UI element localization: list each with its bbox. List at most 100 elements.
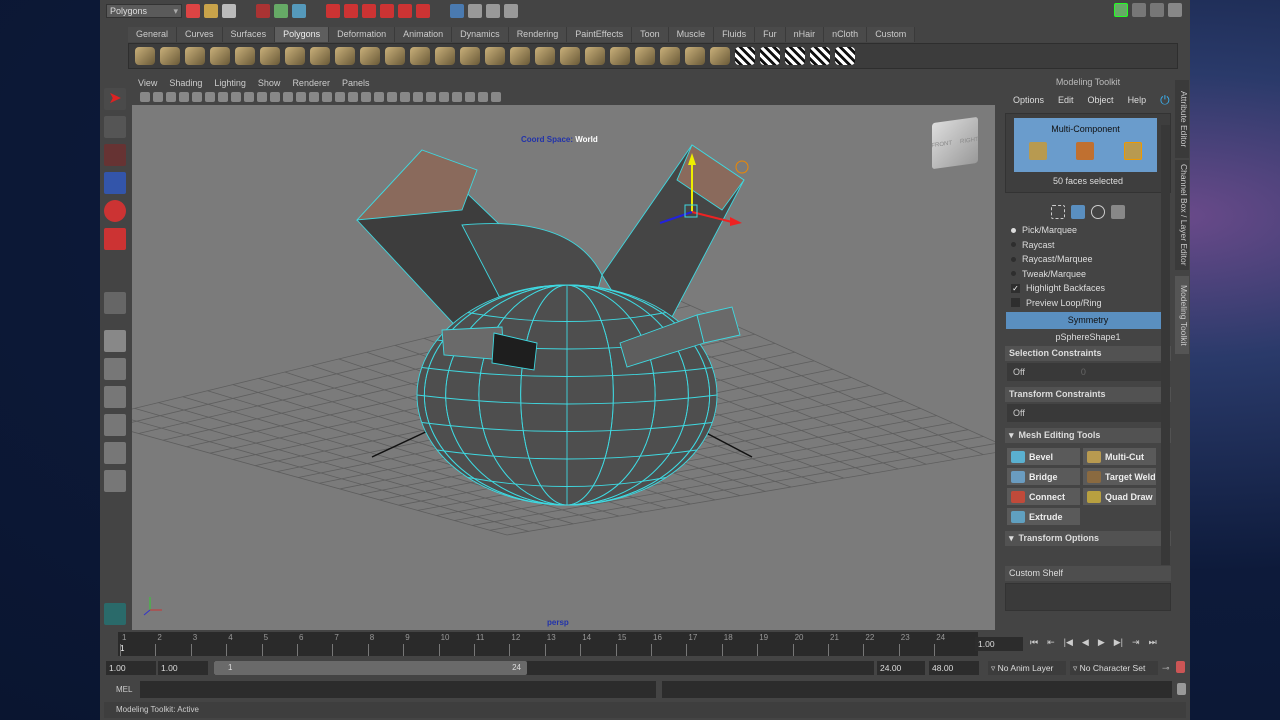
quad-draw-button[interactable]: Quad Draw bbox=[1083, 488, 1156, 505]
viewport-menu-shading[interactable]: Shading bbox=[169, 78, 202, 90]
shelf-sphere-icon[interactable] bbox=[135, 47, 155, 65]
select-object-icon[interactable] bbox=[274, 4, 288, 18]
panel-layout-icon[interactable] bbox=[478, 92, 488, 102]
channel-box-tab[interactable]: Channel Box / Layer Editor bbox=[1175, 160, 1189, 270]
shelf-cylinder-icon[interactable] bbox=[185, 47, 205, 65]
snap-point-icon[interactable] bbox=[362, 4, 376, 18]
persp-graph-outliner-layout-icon[interactable] bbox=[104, 470, 126, 492]
shelf-split-icon[interactable] bbox=[585, 47, 605, 65]
camera-select-icon[interactable] bbox=[140, 92, 150, 102]
selection-constraint-dropdown[interactable]: Off 0 bbox=[1007, 363, 1169, 381]
shelf-tab-nhair[interactable]: nHair bbox=[785, 27, 825, 42]
face-mode-icon[interactable] bbox=[1076, 142, 1095, 160]
shelf-poke-icon[interactable] bbox=[635, 47, 655, 65]
single-perspective-layout-icon[interactable] bbox=[104, 330, 126, 352]
selection-constraint-number[interactable]: 0 bbox=[1081, 367, 1086, 377]
radio-dot[interactable] bbox=[1011, 256, 1016, 262]
attribute-editor-icon[interactable] bbox=[1132, 3, 1146, 17]
four-view-layout-icon[interactable] bbox=[104, 358, 126, 380]
edge-mode-icon[interactable] bbox=[1124, 142, 1143, 160]
preview-loop-checkbox[interactable]: Preview Loop/Ring bbox=[1003, 296, 1173, 311]
symmetry-button[interactable]: Symmetry bbox=[1006, 312, 1170, 329]
shelf-pyramid-icon[interactable] bbox=[285, 47, 305, 65]
current-time-field[interactable]: 1.00 bbox=[975, 637, 1023, 651]
shelf-combine-icon[interactable] bbox=[385, 47, 405, 65]
radio-dot[interactable] bbox=[1011, 271, 1016, 277]
transform-options-header[interactable]: ▾ Transform Options bbox=[1005, 531, 1171, 546]
mesh-editing-tools-header[interactable]: ▾ Mesh Editing Tools bbox=[1005, 428, 1171, 443]
resolution-gate-icon[interactable] bbox=[244, 92, 254, 102]
shadows-icon[interactable] bbox=[374, 92, 384, 102]
channel-box-icon[interactable] bbox=[1168, 3, 1182, 17]
shelf-extrude-icon[interactable] bbox=[535, 47, 555, 65]
grid-icon[interactable] bbox=[218, 92, 228, 102]
check-icon[interactable]: ✓ bbox=[1011, 283, 1020, 293]
shelf-plane-icon[interactable] bbox=[235, 47, 255, 65]
paint-select-tool-icon[interactable] bbox=[104, 144, 126, 166]
pick-mode-radio[interactable]: Tweak/Marquee bbox=[1003, 267, 1173, 282]
range-slider[interactable]: 1 24 bbox=[214, 661, 874, 675]
step-forward-key-icon[interactable]: ⇥ bbox=[1132, 637, 1140, 648]
attribute-editor-tab[interactable]: Attribute Editor bbox=[1175, 80, 1189, 158]
menu-edit[interactable]: Edit bbox=[1058, 95, 1074, 105]
gate-mask-icon[interactable] bbox=[257, 92, 267, 102]
highlight-selection-icon[interactable] bbox=[452, 92, 462, 102]
menu-set-dropdown[interactable]: Polygons bbox=[106, 4, 182, 18]
shelf-tab-toon[interactable]: Toon bbox=[632, 27, 669, 42]
bookmarks-icon[interactable] bbox=[166, 92, 176, 102]
transform-constraints-header[interactable]: Transform Constraints bbox=[1005, 387, 1171, 402]
move-tool-icon[interactable] bbox=[104, 172, 126, 194]
viewport-menu-renderer[interactable]: Renderer bbox=[292, 78, 330, 90]
paint-select-icon[interactable] bbox=[1111, 205, 1125, 219]
shelf-tab-polygons[interactable]: Polygons bbox=[275, 27, 330, 42]
drag-select-icon[interactable] bbox=[1071, 205, 1085, 219]
shelf-bridge-icon[interactable] bbox=[510, 47, 530, 65]
toggle-panel-icon[interactable] bbox=[465, 92, 475, 102]
perspective-viewport[interactable]: Coord Space: World FRONT RIGHT persp bbox=[132, 105, 995, 630]
target-weld-button[interactable]: Target Weld bbox=[1083, 468, 1156, 485]
isolate-select-icon[interactable] bbox=[400, 92, 410, 102]
tweak-select-icon[interactable] bbox=[1091, 205, 1105, 219]
start-time-field[interactable]: 1.00 bbox=[106, 661, 156, 675]
key-icon[interactable]: ⊸ bbox=[1162, 663, 1170, 674]
pick-mode-radio[interactable]: Pick/Marquee bbox=[1003, 223, 1173, 238]
script-editor-icon[interactable] bbox=[1177, 683, 1186, 695]
wireframe-icon[interactable] bbox=[309, 92, 319, 102]
multi-component-button[interactable]: Multi-Component bbox=[1014, 118, 1157, 172]
shelf-spherical-map-icon[interactable] bbox=[810, 47, 830, 65]
new-scene-icon[interactable] bbox=[186, 4, 200, 18]
render-settings-icon[interactable] bbox=[504, 4, 518, 18]
range-slider-handle[interactable]: 1 24 bbox=[214, 661, 527, 675]
shelf-tab-fur[interactable]: Fur bbox=[755, 27, 786, 42]
lasso-tool-icon[interactable] bbox=[104, 116, 126, 138]
animation-preferences-icon[interactable] bbox=[1176, 661, 1185, 673]
snap-surface-icon[interactable] bbox=[398, 4, 412, 18]
scale-tool-icon[interactable] bbox=[104, 228, 126, 250]
radio-dot[interactable] bbox=[1011, 227, 1016, 233]
tool-settings-icon[interactable] bbox=[1150, 3, 1164, 17]
film-gate-icon[interactable] bbox=[231, 92, 241, 102]
shelf-wedge-icon[interactable] bbox=[610, 47, 630, 65]
2d-pan-icon[interactable] bbox=[192, 92, 202, 102]
shelf-tab-muscle[interactable]: Muscle bbox=[668, 27, 715, 42]
smooth-shade-icon[interactable] bbox=[322, 92, 332, 102]
bridge-button[interactable]: Bridge bbox=[1007, 468, 1080, 485]
persp-outliner-layout-icon[interactable] bbox=[104, 386, 126, 408]
shelf-extract-icon[interactable] bbox=[410, 47, 430, 65]
shelf-merge-icon[interactable] bbox=[685, 47, 705, 65]
step-forward-frame-icon[interactable]: ▶| bbox=[1114, 637, 1123, 648]
shelf-tab-fluids[interactable]: Fluids bbox=[714, 27, 756, 42]
viewport-menu-show[interactable]: Show bbox=[258, 78, 281, 90]
command-input[interactable] bbox=[140, 681, 656, 698]
shelf-soft-mod-icon[interactable] bbox=[710, 47, 730, 65]
shelf-tab-animation[interactable]: Animation bbox=[395, 27, 453, 42]
show-manipulator-icon[interactable] bbox=[104, 292, 126, 314]
step-back-frame-icon[interactable]: |◀ bbox=[1064, 637, 1073, 648]
marquee-select-icon[interactable] bbox=[1051, 205, 1065, 219]
render-view-icon[interactable] bbox=[450, 4, 464, 18]
shelf-append-icon[interactable] bbox=[560, 47, 580, 65]
multi-cut-button[interactable]: Multi-Cut bbox=[1083, 448, 1156, 465]
shelf-planar-map-icon[interactable] bbox=[760, 47, 780, 65]
shelf-tab-rendering[interactable]: Rendering bbox=[508, 27, 568, 42]
snapshot-icon[interactable] bbox=[491, 92, 501, 102]
